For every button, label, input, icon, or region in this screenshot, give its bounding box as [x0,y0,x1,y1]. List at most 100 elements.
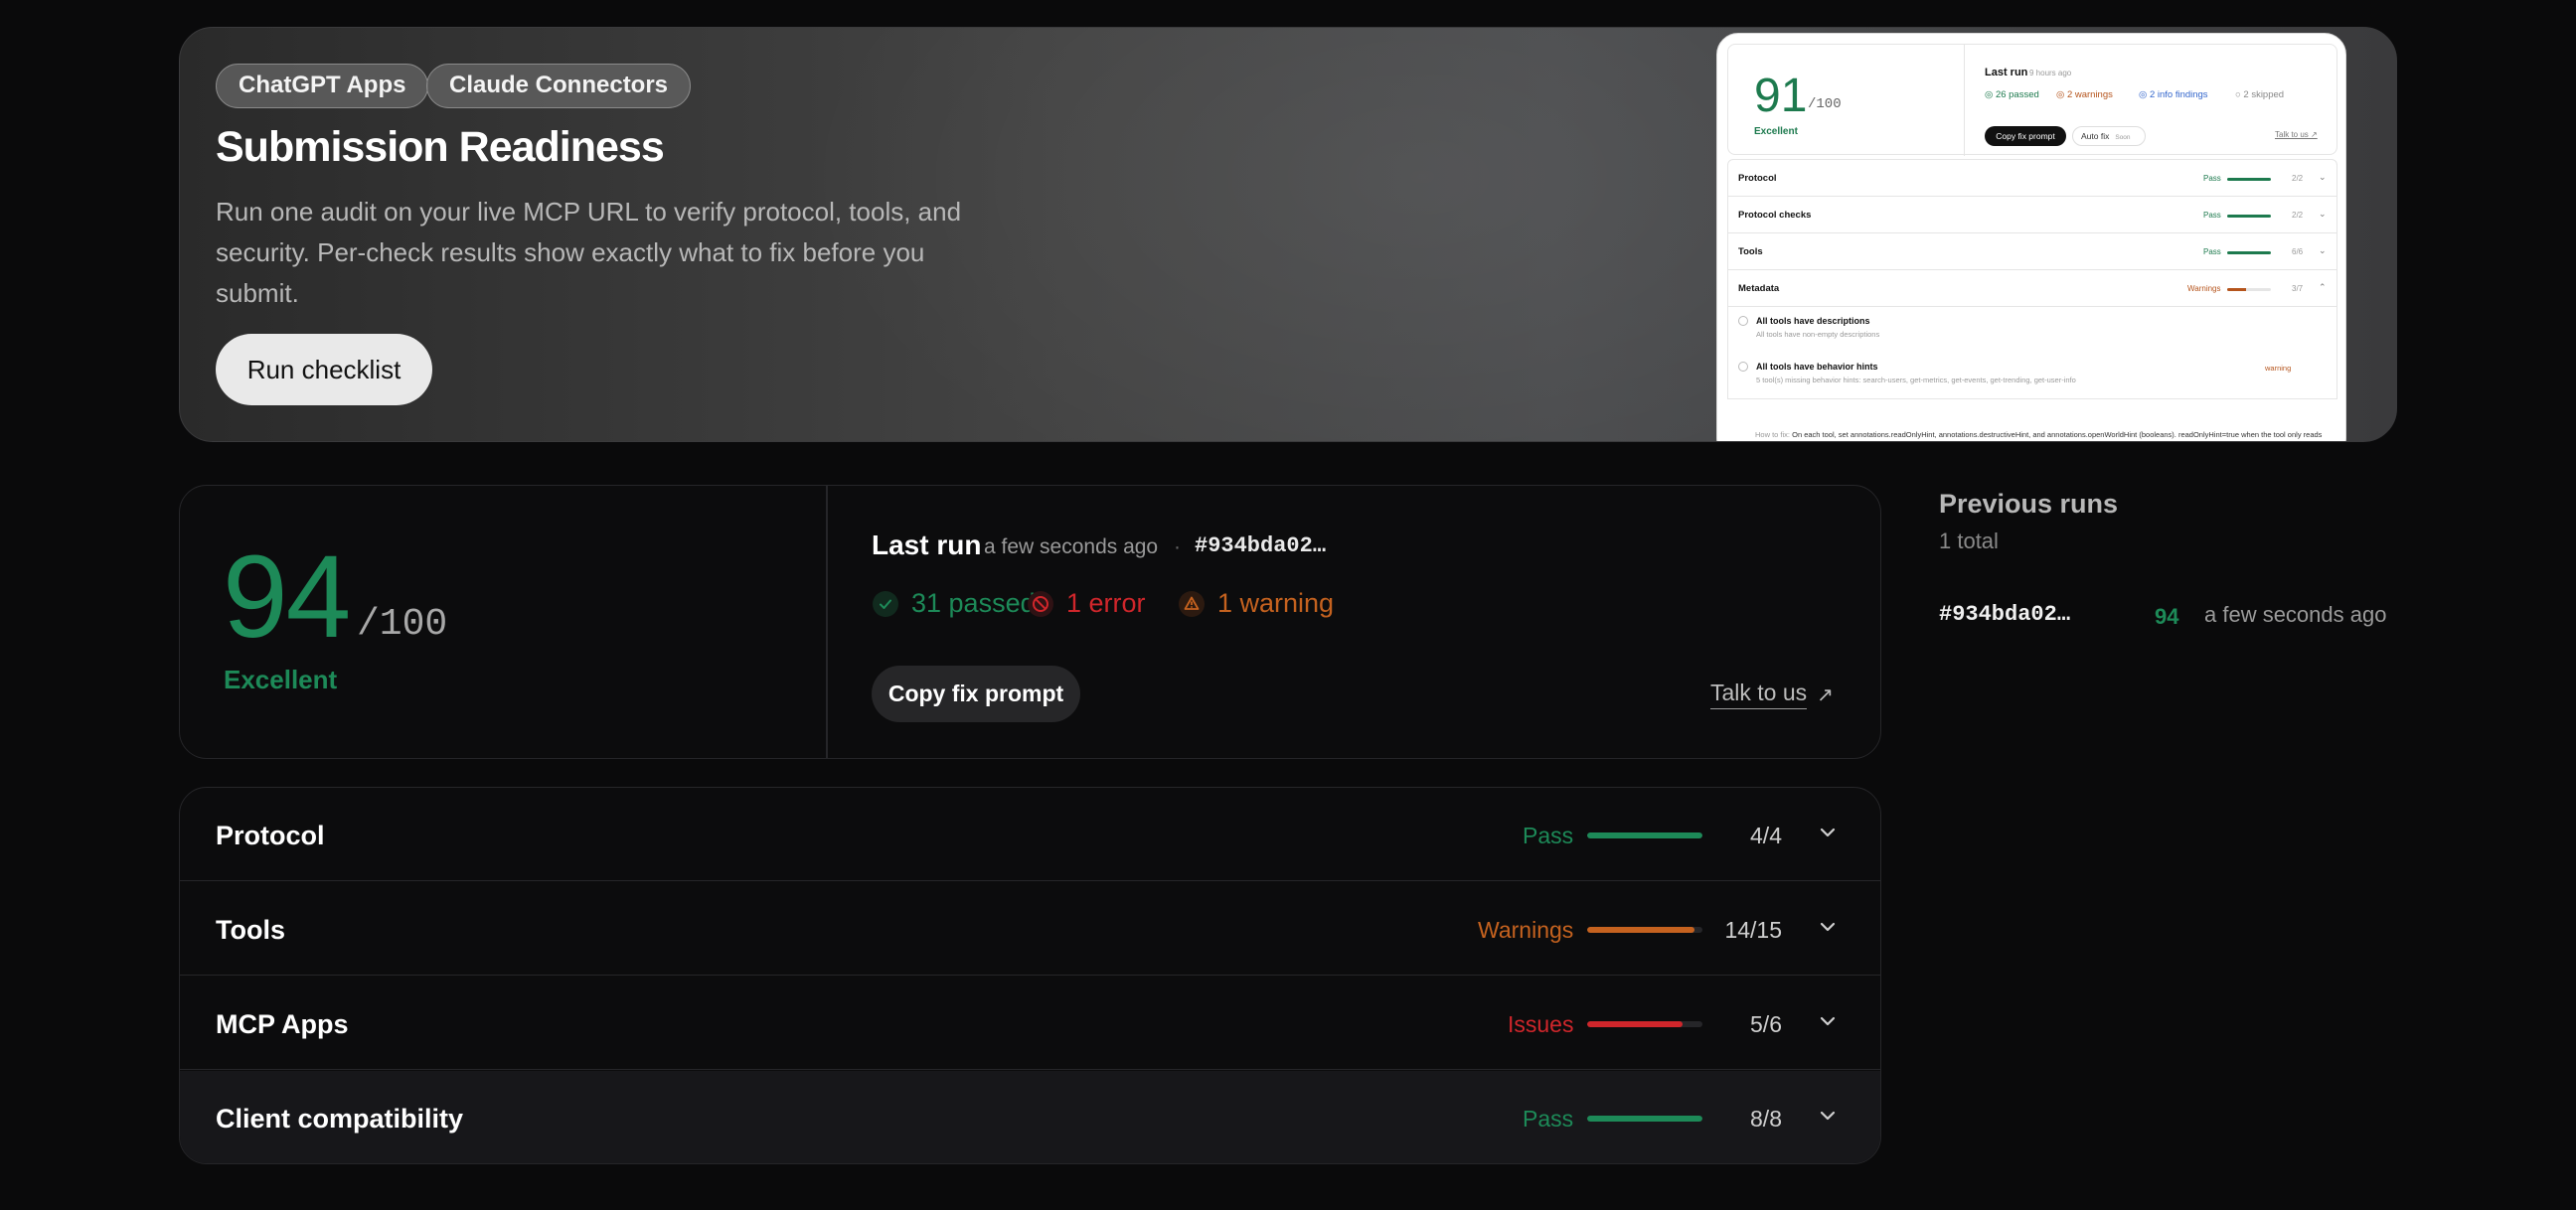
previous-run-time: a few seconds ago [2204,602,2387,627]
last-run-separator: · [1174,535,1181,558]
preview-copy-button: Copy fix prompt [1985,126,2066,146]
chevron-down-icon[interactable] [1819,918,1837,936]
hero-banner: ChatGPT Apps Claude Connectors Submissio… [179,27,2397,442]
preview-check-item: All tools have behavior hints 5 tool(s) … [1728,353,2336,398]
last-run-time: a few seconds ago [984,535,1159,558]
category-status: Pass [1523,823,1574,848]
warning-triangle-icon [1178,590,1206,618]
preview-row-bar [2227,215,2271,218]
category-progress-fill [1587,1021,1684,1027]
preview-row-status: Pass [2203,174,2221,183]
preview-grade: Excellent [1754,126,1798,137]
preview-passed: ◎ 26 passed [1985,89,2039,100]
chevron-down-icon[interactable] [1819,824,1837,841]
category-name: MCP Apps [216,1009,349,1039]
preview-autofix-label: Auto fix [2081,131,2110,141]
category-progress-bar [1587,1116,1702,1122]
hero-title: Submission Readiness [216,123,665,171]
category-count: 14/15 [1724,917,1782,943]
preview-row-status: Pass [2203,211,2221,220]
chevron-down-icon[interactable] [1819,1012,1837,1030]
preview-row-label: Tools [1738,246,1763,257]
external-arrow-icon: ↗ [1817,683,1834,706]
chevron-down-icon[interactable] [1819,1107,1837,1125]
preview-row-bar [2227,251,2271,254]
preview-summary: 91 /100 Excellent Last run 9 hours ago ◎… [1727,44,2337,156]
score-value: 94 [223,531,351,663]
preview-row-bar [2227,178,2271,181]
preview-rows: Protocol Pass 2/2 ⌄ Protocol checks Pass… [1727,159,2337,399]
preview-row: Protocol checks Pass 2/2 ⌄ [1728,197,2336,233]
preview-row-bar-fill [2227,215,2271,218]
preview-row: Protocol Pass 2/2 ⌄ [1728,160,2336,197]
preview-row-count: 6/6 [2292,247,2304,256]
preview-info-label: 2 info findings [2149,89,2208,100]
category-progress-fill [1587,927,1694,933]
copy-fix-prompt-button[interactable]: Copy fix prompt [872,666,1080,722]
warning-stat: 1 warning [1178,588,1334,619]
category-status: Warnings [1478,917,1574,943]
preview-info: ◎ 2 info findings [2139,89,2208,100]
chevron-up-icon: ⌃ [2319,282,2327,292]
hero-description: Run one audit on your live MCP URL to ve… [216,197,962,308]
preview-fix-body: On each tool, set annotations.readOnlyHi… [1792,430,2323,439]
preview-talk-link: Talk to us ↗ [2275,130,2318,139]
preview-check-title: All tools have behavior hints [1756,362,1878,372]
chevron-down-icon: ⌄ [2319,245,2327,255]
preview-check-sub: 5 tool(s) missing behavior hints: search… [1756,376,2076,384]
score-card: 94 /100 Excellent Last run a few seconds… [179,485,1881,759]
preview-row-count: 2/2 [2292,211,2304,220]
category-row-client-compatibility[interactable]: Client compatibility Pass 8/8 [180,1071,1880,1163]
category-status: Pass [1523,1106,1574,1132]
run-checklist-button[interactable]: Run checklist [216,334,432,405]
category-count: 5/6 [1750,1011,1782,1037]
preview-skipped: ○ 2 skipped [2235,89,2285,100]
previous-runs-total: 1 total [1939,529,1999,553]
preview-warning-badge: warning [2265,364,2292,373]
preview-row-label: Protocol [1738,173,1777,184]
check-circle-icon [1738,316,1748,326]
previous-run-score: 94 [2155,604,2179,629]
category-progress-bar [1587,1021,1702,1027]
preview-row-label: Metadata [1738,283,1780,294]
preview-last-run: Last run [1985,67,2028,78]
previous-run-hash[interactable]: #934bda02… [1939,602,2070,627]
preview-check-title: All tools have descriptions [1756,316,1870,326]
preview-soon-badge: Soon [2115,134,2131,141]
category-progress-bar [1587,927,1702,933]
talk-to-us-link[interactable]: Talk to us ↗ [1710,680,1834,709]
previous-runs-title: Previous runs [1939,489,2119,519]
check-icon [872,590,899,618]
error-stat: 1 error [1027,588,1146,619]
category-list: Protocol Pass 4/4 Tools Warnings 14/15 M… [179,787,1881,1164]
check-circle-icon [1738,362,1748,372]
preview-row-bar-fill [2227,178,2271,181]
passed-stat: 31 passed [872,588,1036,619]
category-progress-bar [1587,832,1702,838]
preview-skipped-label: 2 skipped [2243,89,2285,100]
chip-claude-connectors[interactable]: Claude Connectors [426,64,692,108]
preview-check-sub: All tools have non-empty descriptions [1756,330,1880,339]
preview-row: Metadata Warnings 3/7 ⌃ [1728,270,2336,307]
category-row-mcp-apps[interactable]: MCP Apps Issues 5/6 [180,977,1880,1070]
preview-divider [1964,45,1965,156]
preview-autofix-button: Auto fix Soon [2072,126,2146,146]
chevron-down-icon: ⌄ [2319,209,2327,219]
category-progress-fill [1587,832,1702,838]
chip-chatgpt-apps[interactable]: ChatGPT Apps [216,64,429,108]
category-row-tools[interactable]: Tools Warnings 14/15 [180,882,1880,976]
error-count: 1 error [1066,588,1146,618]
ban-icon [1027,590,1054,618]
category-name: Protocol [216,821,325,850]
preview-check-item: All tools have descriptions All tools ha… [1728,307,2336,353]
talk-to-us-label[interactable]: Talk to us [1710,680,1808,709]
category-row-protocol[interactable]: Protocol Pass 4/4 [180,788,1880,881]
last-run-hash[interactable]: #934bda02… [1195,533,1326,558]
chevron-down-icon: ⌄ [2319,172,2327,182]
score-denominator: /100 [357,603,448,646]
category-status: Issues [1508,1011,1574,1037]
score-grade: Excellent [224,665,338,694]
preview-row-bar-fill [2227,288,2246,291]
preview-row-bar [2227,288,2271,291]
preview-row-label: Protocol checks [1738,210,1812,221]
